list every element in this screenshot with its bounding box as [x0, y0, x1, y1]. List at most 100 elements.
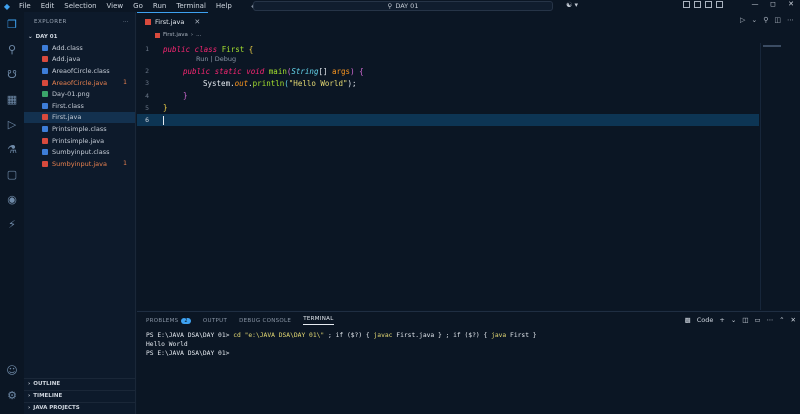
token-class-name: First [221, 44, 245, 54]
tab-debug-console[interactable]: DEBUG CONSOLE [239, 318, 291, 324]
java-projects-label: JAVA PROJECTS [33, 405, 80, 411]
file-name: Printsimple.class [52, 124, 107, 133]
remote-explorer-icon[interactable]: ▢ [0, 162, 24, 187]
file-item[interactable]: Printsimple.java [24, 135, 135, 147]
file-item[interactable]: AreaofCircle.class [24, 65, 135, 77]
code-editor[interactable]: 1 public class First { Run | Debug 2 pub… [137, 43, 759, 127]
explorer-icon[interactable]: ❐ [0, 12, 24, 37]
file-item[interactable]: First.java [24, 111, 135, 124]
close-tab-icon[interactable]: ✕ [194, 18, 200, 26]
menu-go[interactable]: Go [128, 2, 148, 10]
file-item[interactable]: First.class [24, 100, 135, 112]
codelens-run-debug[interactable]: Run | Debug [137, 55, 759, 65]
line-number: 2 [145, 67, 149, 76]
file-name: Day-01.png [52, 90, 90, 99]
file-item[interactable]: Add.class [24, 42, 135, 54]
chevron-right-icon: › [28, 393, 31, 399]
maximize-icon[interactable]: ◻ [764, 0, 782, 8]
token-param: args [332, 66, 351, 76]
breadcrumb: First.java › ... [137, 30, 800, 40]
breadcrumb-more[interactable]: ... [196, 32, 201, 38]
minimap[interactable] [760, 43, 800, 310]
text-cursor [163, 115, 164, 125]
chevron-down-icon[interactable]: ⌄ [751, 16, 757, 24]
menu-view[interactable]: View [102, 2, 129, 10]
menu-selection[interactable]: Selection [59, 2, 101, 10]
java-projects-section[interactable]: › JAVA PROJECTS [24, 402, 136, 413]
toggle-secondary-sidebar-icon[interactable] [705, 1, 712, 8]
close-panel-icon[interactable]: ✕ [791, 316, 796, 324]
testing-icon[interactable]: ⚗ [0, 137, 24, 162]
search-icon[interactable]: ⚲ [0, 37, 24, 62]
new-terminal-icon[interactable]: + [719, 316, 724, 324]
chevron-up-icon[interactable]: ⌃ [779, 316, 784, 324]
source-control-diff-icon[interactable]: ⚲ [763, 16, 768, 24]
run-icon[interactable]: ▷ [740, 16, 745, 24]
file-type-icon [42, 67, 48, 74]
extensions-icon[interactable]: ▦ [0, 87, 24, 112]
tab-terminal[interactable]: TERMINAL [303, 316, 334, 325]
tab-output[interactable]: OUTPUT [203, 318, 227, 324]
file-item[interactable]: Sumbyinput.class [24, 146, 135, 158]
activity-bar: ❐ ⚲ ☋ ▦ ▷ ⚗ ▢ ◉ ⚡ ☺ ⚙ [0, 12, 24, 414]
trash-icon[interactable]: ▭ [754, 316, 760, 324]
gear-icon[interactable]: ⚙ [0, 383, 24, 408]
tab-label: First.java [155, 17, 185, 26]
file-item[interactable]: Day-01.png [24, 88, 135, 100]
github-icon[interactable]: ◉ [0, 187, 24, 212]
toggle-primary-sidebar-icon[interactable] [683, 1, 690, 8]
customize-layout-icon[interactable] [716, 1, 723, 8]
editor-area: First.java ✕ ▷ ⌄ ⚲ ◫ ⋯ First.java › ... … [137, 12, 800, 310]
file-item[interactable]: Add.java [24, 54, 135, 66]
token-paren: ) [350, 66, 355, 76]
code-line-1: 1 public class First { [137, 43, 759, 55]
tab-problems[interactable]: PROBLEMS 2 [146, 317, 191, 324]
terminal-line-1: PS E:\JAVA DSA\DAY 01> cd "e:\JAVA DSA\D… [146, 332, 791, 341]
account-icon[interactable]: ☺ [0, 358, 24, 383]
command-center-search[interactable]: ⚲ DAY 01 [253, 1, 553, 11]
minimap-slider[interactable] [763, 45, 781, 47]
prompt: PS E:\JAVA DSA\DAY 01> [146, 332, 234, 339]
chevron-down-icon[interactable]: ⌄ [731, 316, 736, 324]
menu-help[interactable]: Help [211, 2, 237, 10]
more-actions-icon[interactable]: ⋯ [787, 16, 794, 24]
menu-file[interactable]: File [14, 2, 36, 10]
toggle-panel-icon[interactable] [694, 1, 701, 8]
tab-problems-label: PROBLEMS [146, 317, 179, 324]
menu-terminal[interactable]: Terminal [171, 2, 211, 10]
live-share-icon[interactable]: ⚡ [0, 212, 24, 237]
file-name: Add.java [52, 55, 81, 64]
cmd-path: "e:\JAVA DSA\DAY 01\" [244, 332, 325, 339]
menu-run[interactable]: Run [148, 2, 171, 10]
timeline-section[interactable]: › TIMELINE [24, 390, 136, 401]
token-method: println [252, 78, 285, 88]
more-actions-icon[interactable]: ⋯ [123, 19, 129, 25]
more-actions-icon[interactable]: ⋯ [767, 316, 774, 324]
shell-label[interactable]: Code [697, 316, 714, 324]
cmd-cd: cd [233, 332, 241, 339]
file-type-icon [42, 56, 48, 63]
close-icon[interactable]: ✕ [782, 0, 800, 8]
run-debug-icon[interactable]: ▷ [0, 112, 24, 137]
file-list: Add.class Add.java AreaofCircle.class Areao… [24, 42, 135, 170]
terminal-output[interactable]: PS E:\JAVA DSA\DAY 01> cd "e:\JAVA DSA\D… [137, 329, 800, 362]
file-item[interactable]: AreaofCircle.java 1 [24, 77, 135, 89]
split-terminal-icon[interactable]: ◫ [742, 316, 748, 324]
copilot-icon[interactable]: ☯ ▾ [566, 1, 578, 9]
file-name: Printsimple.java [52, 136, 105, 145]
file-item[interactable]: Sumbyinput.java 1 [24, 158, 135, 170]
breadcrumb-file[interactable]: First.java [163, 32, 188, 38]
cmd-segment: First } [506, 332, 537, 339]
editor-tabs: First.java ✕ ▷ ⌄ ⚲ ◫ ⋯ [137, 12, 800, 30]
menu-edit[interactable]: Edit [36, 2, 60, 10]
folder-label: DAY 01 [35, 34, 58, 40]
folder-day01[interactable]: ⌄ DAY 01 [24, 32, 135, 42]
token-brace: { [359, 66, 364, 76]
file-item[interactable]: Printsimple.class [24, 123, 135, 135]
java-file-icon [145, 18, 151, 25]
tab-first-java[interactable]: First.java ✕ [137, 12, 209, 30]
minimize-icon[interactable]: — [746, 0, 764, 8]
outline-section[interactable]: › OUTLINE [24, 378, 136, 389]
source-control-icon[interactable]: ☋ [0, 62, 24, 87]
split-editor-icon[interactable]: ◫ [774, 16, 781, 24]
